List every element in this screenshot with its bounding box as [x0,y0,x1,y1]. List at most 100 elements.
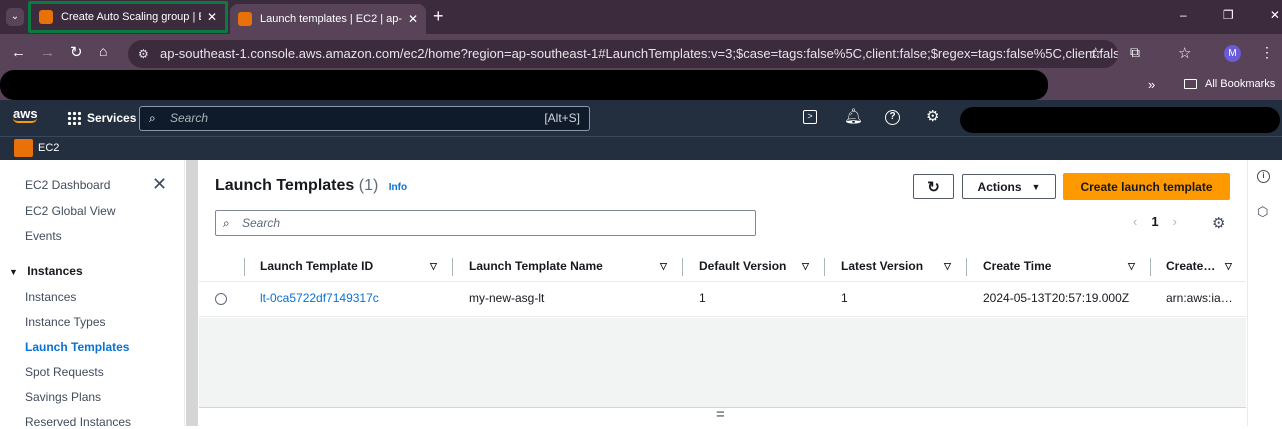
aws-logo[interactable]: aws [13,106,38,123]
column-header-id[interactable]: Launch Template ID [260,252,373,280]
services-menu[interactable]: Services [67,111,136,125]
column-header-created-by[interactable]: Create… [1166,252,1215,280]
column-divider [824,258,825,276]
tab-search-button[interactable]: ⌄ [6,8,24,26]
sort-icon[interactable]: ▽ [660,252,667,280]
sort-icon[interactable]: ▽ [944,252,951,280]
grid-icon [67,111,81,125]
create-launch-template-button[interactable]: Create launch template [1063,173,1230,200]
split-panel-drag-handle[interactable]: = [716,406,725,423]
column-header-create-time[interactable]: Create Time [983,252,1051,280]
tab-close-icon[interactable]: ✕ [207,10,217,24]
sidebar-scrollbar[interactable] [186,160,198,426]
redacted-account-menu [960,107,1280,133]
tab-title: Launch templates | EC2 | ap-southeast-1 [260,13,402,25]
sidebar-item-ec2-global-view[interactable]: EC2 Global View [25,204,116,218]
aws-search-placeholder: Search [170,111,209,125]
column-divider [244,258,245,276]
home-icon[interactable]: ⌂ [99,43,107,59]
column-divider [452,258,453,276]
sort-icon[interactable]: ▽ [1128,252,1135,280]
new-tab-button[interactable]: + [433,6,444,27]
all-bookmarks-button[interactable]: All Bookmarks [1184,78,1275,90]
tab-create-auto-scaling-group[interactable]: Create Auto Scaling group | EC2 ✕ [28,1,228,33]
tab-title: Create Auto Scaling group | EC2 [61,11,201,23]
page-title: Launch Templates [215,177,355,194]
sidebar-item-spot-requests[interactable]: Spot Requests [25,365,104,379]
cell-created-by: arn:aws:ia… [1166,291,1233,305]
sidebar-section-instances[interactable]: ▼ Instances [9,264,83,278]
ec2-favicon-icon [39,10,53,24]
ec2-service-label[interactable]: EC2 [38,142,59,154]
cell-create-time: 2024-05-13T20:57:19.000Z [983,291,1130,305]
prev-page-icon[interactable]: ‹ [1133,214,1137,229]
search-icon: ⌕ [223,216,230,230]
bookmarks-overflow-icon[interactable]: » [1148,77,1155,92]
column-header-latest-version[interactable]: Latest Version [841,252,923,280]
help-icon[interactable]: ? [885,110,900,125]
aws-search-input[interactable]: ⌕ Search [Alt+S] [139,106,590,131]
search-placeholder: Search [242,216,281,230]
browser-menu-icon[interactable]: ⋮ [1260,44,1274,61]
sidebar-item-launch-templates[interactable]: Launch Templates [25,340,129,354]
ec2-service-icon[interactable] [14,139,33,157]
column-header-name[interactable]: Launch Template Name [469,252,603,280]
aws-logo-text: aws [13,106,38,121]
bookmark-star-icon[interactable]: ☆ [1089,44,1102,62]
page-header: Launch Templates (1) Info [215,177,407,195]
column-divider [1150,258,1151,276]
site-info-icon[interactable]: ⚙ [138,40,149,68]
tab-close-icon[interactable]: ✕ [408,12,418,26]
info-panel-icon[interactable]: i [1257,170,1270,183]
sidebar-item-reserved-instances[interactable]: Reserved Instances [25,415,131,429]
cell-template-name: my-new-asg-lt [469,291,545,305]
cell-template-id[interactable]: lt-0ca5722df7149317c [260,291,379,305]
sidebar-section-label: Instances [27,264,83,278]
shield-icon[interactable]: ⬡ [1257,204,1268,220]
window-controls: – ❐ ✕ [1180,8,1280,26]
close-sidebar-icon[interactable]: ✕ [152,174,167,195]
forward-icon[interactable]: → [40,44,55,61]
close-window-icon[interactable]: ✕ [1270,8,1280,26]
next-page-icon[interactable]: › [1173,214,1177,229]
sidebar-item-ec2-dashboard[interactable]: EC2 Dashboard [25,178,110,192]
row-select-radio[interactable] [215,293,227,305]
redacted-region [0,70,1048,100]
page-number[interactable]: 1 [1151,214,1158,229]
sort-icon[interactable]: ▽ [430,252,437,280]
sidebar-item-events[interactable]: Events [25,229,62,243]
ec2-favicon-icon [238,12,252,26]
aws-service-bar [0,136,1282,160]
refresh-button[interactable]: ↻ [913,174,954,199]
table-search-input[interactable]: ⌕ Search [215,210,756,236]
sort-icon[interactable]: ▽ [802,252,809,280]
info-link[interactable]: Info [389,182,407,193]
sort-icon[interactable]: ▽ [1225,252,1232,280]
reload-icon[interactable]: ↻ [70,43,83,61]
tab-launch-templates[interactable]: Launch templates | EC2 | ap-southeast-1 … [230,4,426,34]
sidebar-item-instances[interactable]: Instances [25,290,76,304]
settings-icon[interactable]: ⚙ [926,107,939,125]
refresh-icon: ↻ [927,178,940,196]
sidebar-item-instance-types[interactable]: Instance Types [25,315,106,329]
url-bar[interactable]: ⚙ ap-southeast-1.console.aws.amazon.com/… [128,40,1118,68]
reading-list-icon[interactable]: ☆ [1178,44,1191,62]
right-tools-rail [1247,160,1282,426]
profile-avatar[interactable]: M [1224,45,1241,62]
notifications-icon[interactable]: 🔔︎ [844,107,863,125]
search-shortcut: [Alt+S] [544,111,580,125]
caret-down-icon: ▼ [9,267,18,277]
preferences-gear-icon[interactable]: ⚙ [1212,214,1225,232]
sidebar-item-savings-plans[interactable]: Savings Plans [25,390,101,404]
cell-default-version: 1 [699,291,706,305]
minimize-icon[interactable]: – [1180,8,1187,26]
extensions-icon[interactable]: ⧉ [1130,44,1140,61]
restore-icon[interactable]: ❐ [1223,8,1234,26]
folder-icon [1184,79,1197,89]
back-icon[interactable]: ← [11,44,26,61]
actions-button[interactable]: Actions ▼ [962,174,1056,199]
column-header-default-version[interactable]: Default Version [699,252,786,280]
column-divider [682,258,683,276]
url-text: ap-southeast-1.console.aws.amazon.com/ec… [160,46,1118,61]
cloudshell-icon[interactable]: > [803,110,817,124]
